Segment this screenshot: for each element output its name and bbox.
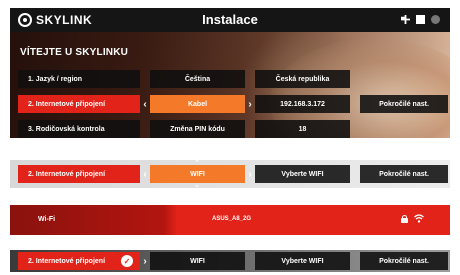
status-dot-icon: [431, 15, 440, 24]
select-wifi-button[interactable]: Vyberte WIFI: [255, 252, 350, 270]
wifi-signal-icon: [414, 214, 424, 223]
internet-connection-wifi-strip: ⌃ 2. Internetové připojení ‹ WIFI › Vybe…: [10, 160, 450, 188]
top-bar: SKYLINK Instalace: [10, 8, 450, 32]
language-value[interactable]: Čeština: [150, 70, 245, 88]
advanced-settings-button[interactable]: Pokročilé nast.: [360, 165, 448, 183]
ip-address-value[interactable]: 192.168.3.172: [255, 95, 350, 113]
advanced-settings-button[interactable]: Pokročilé nast.: [360, 95, 448, 113]
chevron-right-icon[interactable]: ›: [245, 95, 255, 113]
screen-icon: [416, 15, 425, 24]
menu-row-parental: 3. Rodičovská kontrola Změna PIN kódu 18: [10, 120, 450, 138]
page-title: Instalace: [202, 12, 258, 27]
wifi-network-list: Wi-Fi ASUS_A8_2G: [10, 205, 450, 235]
connection-type-selector[interactable]: WIFI: [150, 165, 245, 183]
menu-row-internet: 2. Internetové připojení ‹ Kabel › 192.1…: [10, 95, 450, 113]
row-label[interactable]: 1. Jazyk / region: [18, 70, 140, 88]
menu-row-internet-confirmed: 2. Internetové připojení ✓ › WIFI Vybert…: [10, 252, 450, 270]
chevron-left-icon[interactable]: ‹: [140, 165, 150, 183]
chevron-right-icon[interactable]: ›: [140, 252, 150, 270]
wifi-network-ssid[interactable]: ASUS_A8_2G: [212, 216, 251, 222]
chevron-down-icon[interactable]: ⌄: [194, 182, 200, 188]
age-limit-value[interactable]: 18: [255, 120, 350, 138]
connection-type-selector[interactable]: Kabel: [150, 95, 245, 113]
change-pin-button[interactable]: Změna PIN kódu: [150, 120, 245, 138]
advanced-settings-button[interactable]: Pokročilé nast.: [360, 252, 448, 270]
status-icons: [401, 15, 440, 24]
wifi-label: Wi-Fi: [38, 216, 56, 223]
region-value[interactable]: Česká republika: [255, 70, 350, 88]
row-label[interactable]: 2. Internetové připojení: [18, 95, 140, 113]
row-label[interactable]: 3. Rodičovská kontrola: [18, 120, 140, 138]
internet-connection-confirmed-strip: 2. Internetové připojení ✓ › WIFI Vybert…: [10, 250, 450, 272]
row-label[interactable]: 2. Internetové připojení: [18, 165, 140, 183]
check-icon: ✓: [121, 255, 133, 267]
chevron-right-icon[interactable]: ›: [245, 165, 255, 183]
menu-row-language: 1. Jazyk / region Čeština Česká republik…: [10, 70, 450, 88]
installation-screen: SKYLINK Instalace VÍTEJTE U SKYLINKU 1. …: [10, 8, 450, 138]
tools-icon: [401, 15, 410, 24]
connection-type-selector[interactable]: WIFI: [150, 252, 245, 270]
select-wifi-button[interactable]: Vyberte WIFI: [255, 165, 350, 183]
menu-row-internet-wifi: 2. Internetové připojení ‹ WIFI › Vybert…: [10, 165, 450, 183]
lock-icon: [401, 215, 408, 223]
chevron-left-icon[interactable]: ‹: [140, 95, 150, 113]
welcome-heading: VÍTEJTE U SKYLINKU: [20, 47, 129, 58]
